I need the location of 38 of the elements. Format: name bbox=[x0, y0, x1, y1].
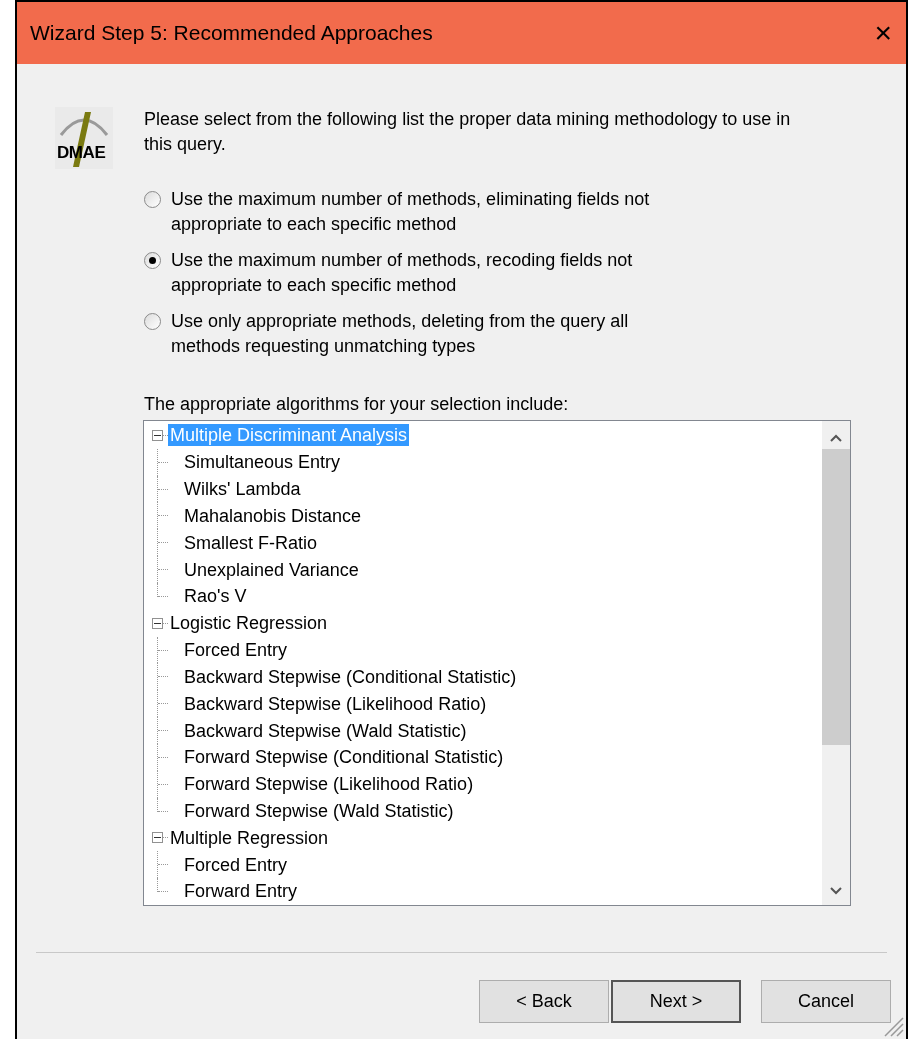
tree-item[interactable]: Simultaneous Entry bbox=[182, 451, 343, 474]
radio-label[interactable]: Use only appropriate methods, deleting from the query all methods requesting unmatching types bbox=[171, 309, 691, 359]
tree-item[interactable]: Forced Entry bbox=[182, 853, 290, 876]
radio-label[interactable]: Use the maximum number of methods, eliminating fields not appropriate to each specific method bbox=[171, 187, 691, 237]
resize-grip-icon[interactable] bbox=[882, 1015, 904, 1037]
radio-button[interactable] bbox=[144, 313, 161, 330]
scrollbar[interactable] bbox=[822, 421, 850, 905]
tree-item[interactable]: Backward Stepwise (Conditional Statistic) bbox=[182, 665, 519, 688]
tree-item[interactable]: Forward Stepwise (Likelihood Ratio) bbox=[182, 773, 476, 796]
instruction-text: Please select from the following list the proper data mining methodology to use in this query. bbox=[144, 108, 792, 156]
tree-item[interactable]: Wilks' Lambda bbox=[182, 478, 303, 501]
tree-item[interactable]: Backward Stepwise (Wald Statistic) bbox=[182, 719, 469, 742]
tree-item[interactable]: Forced Entry bbox=[182, 639, 290, 662]
scrollbar-thumb[interactable] bbox=[822, 449, 850, 745]
scroll-down-icon[interactable] bbox=[830, 887, 842, 895]
radio-button[interactable] bbox=[144, 252, 161, 269]
tree-item[interactable]: Forward Stepwise (Wald Statistic) bbox=[182, 800, 456, 822]
tree-item[interactable]: Unexplained Variance bbox=[182, 558, 361, 581]
tree-item[interactable]: Multiple Regression bbox=[168, 826, 331, 849]
radio-label[interactable]: Use the maximum number of methods, recoding fields not appropriate to each specific method bbox=[171, 248, 691, 298]
wizard-button[interactable]: < Back bbox=[479, 980, 609, 1023]
tree-caption: The appropriate algorithms for your selection include: bbox=[144, 393, 570, 415]
collapse-icon[interactable] bbox=[152, 832, 163, 844]
close-button[interactable]: × bbox=[874, 18, 892, 48]
wizard-button[interactable]: Next > bbox=[611, 980, 741, 1023]
radio-button[interactable] bbox=[144, 191, 161, 208]
tree-item[interactable]: Smallest F-Ratio bbox=[182, 531, 320, 554]
tree-item[interactable]: Backward Stepwise (Likelihood Ratio) bbox=[182, 692, 489, 715]
wizard-button[interactable]: Cancel bbox=[761, 980, 891, 1023]
window-title: Wizard Step 5: Recommended Approaches bbox=[30, 20, 433, 47]
collapse-icon[interactable] bbox=[152, 429, 163, 441]
tree-item[interactable]: Mahalanobis Distance bbox=[182, 504, 364, 527]
collapse-icon[interactable] bbox=[152, 617, 163, 629]
tree-item[interactable]: Logistic Regression bbox=[168, 612, 330, 635]
tree-item[interactable]: Forward Entry bbox=[182, 880, 300, 903]
scroll-up-icon[interactable] bbox=[830, 434, 842, 442]
tree-item[interactable]: Rao's V bbox=[182, 585, 249, 608]
tree-item[interactable]: Forward Stepwise (Conditional Statistic) bbox=[182, 746, 506, 769]
